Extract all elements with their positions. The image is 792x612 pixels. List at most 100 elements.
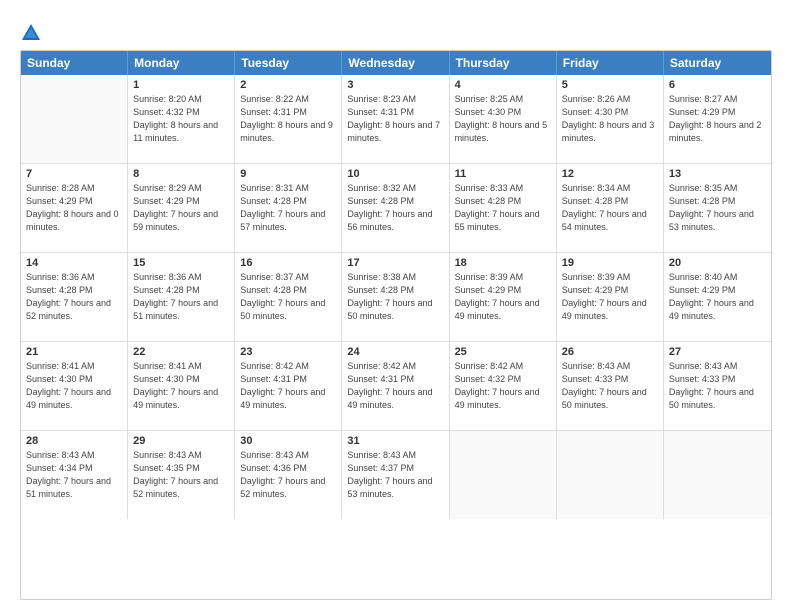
cell-info: Sunrise: 8:43 AMSunset: 4:35 PMDaylight:…	[133, 449, 229, 501]
logo	[20, 22, 45, 44]
day-number: 29	[133, 435, 229, 447]
day-number: 21	[26, 346, 122, 358]
calendar-week-2: 7Sunrise: 8:28 AMSunset: 4:29 PMDaylight…	[21, 164, 771, 253]
calendar-week-4: 21 Sunrise: 8:41 AMSunset: 4:30 PMDayligh…	[21, 342, 771, 431]
day-number: 16	[240, 257, 336, 269]
day-number: 8	[133, 168, 229, 180]
day-number: 1	[133, 79, 229, 91]
calendar-header-monday: Monday	[128, 51, 235, 75]
calendar-header-friday: Friday	[557, 51, 664, 75]
cell-info: Sunrise: 8:29 AMSunset: 4:29 PMDaylight:…	[133, 182, 229, 234]
day-number: 11	[455, 168, 551, 180]
calendar-cell: 8 Sunrise: 8:29 AMSunset: 4:29 PMDaylight…	[128, 164, 235, 252]
day-number: 15	[133, 257, 229, 269]
calendar-cell: 11 Sunrise: 8:33 AMSunset: 4:28 PMDayligh…	[450, 164, 557, 252]
cell-info: Sunrise: 8:42 AMSunset: 4:31 PMDaylight:…	[347, 360, 443, 412]
calendar-cell: 26 Sunrise: 8:43 AMSunset: 4:33 PMDayligh…	[557, 342, 664, 430]
cell-info: Sunrise: 8:23 AMSunset: 4:31 PMDaylight:…	[347, 93, 443, 145]
day-number: 12	[562, 168, 658, 180]
day-number: 28	[26, 435, 122, 447]
calendar-cell: 31 Sunrise: 8:43 AMSunset: 4:37 PMDayligh…	[342, 431, 449, 519]
calendar-cell	[664, 431, 771, 519]
cell-info: Sunrise: 8:43 AMSunset: 4:36 PMDaylight:…	[240, 449, 336, 501]
cell-info: Sunrise: 8:41 AMSunset: 4:30 PMDaylight:…	[26, 360, 122, 412]
calendar-cell: 1 Sunrise: 8:20 AMSunset: 4:32 PMDaylight…	[128, 75, 235, 163]
cell-info: Sunrise: 8:22 AMSunset: 4:31 PMDaylight:…	[240, 93, 336, 145]
calendar-cell	[21, 75, 128, 163]
calendar-header-wednesday: Wednesday	[342, 51, 449, 75]
day-number: 19	[562, 257, 658, 269]
day-number: 31	[347, 435, 443, 447]
logo-icon	[20, 22, 42, 44]
cell-info: Sunrise: 8:38 AMSunset: 4:28 PMDaylight:…	[347, 271, 443, 323]
day-number: 24	[347, 346, 443, 358]
cell-info: Sunrise: 8:36 AMSunset: 4:28 PMDaylight:…	[133, 271, 229, 323]
cell-info: Sunrise: 8:39 AMSunset: 4:29 PMDaylight:…	[455, 271, 551, 323]
day-number: 17	[347, 257, 443, 269]
cell-info: Sunrise: 8:27 AMSunset: 4:29 PMDaylight:…	[669, 93, 766, 145]
calendar-week-3: 14Sunrise: 8:36 AMSunset: 4:28 PMDayligh…	[21, 253, 771, 342]
calendar-cell: 25Sunrise: 8:42 AMSunset: 4:32 PMDayligh…	[450, 342, 557, 430]
cell-info: Sunrise: 8:43 AMSunset: 4:34 PMDaylight:…	[26, 449, 122, 501]
calendar-cell: 13Sunrise: 8:35 AMSunset: 4:28 PMDayligh…	[664, 164, 771, 252]
day-number: 22	[133, 346, 229, 358]
calendar-cell: 16 Sunrise: 8:37 AMSunset: 4:28 PMDayligh…	[235, 253, 342, 341]
calendar-cell: 30 Sunrise: 8:43 AMSunset: 4:36 PMDayligh…	[235, 431, 342, 519]
calendar-cell: 15 Sunrise: 8:36 AMSunset: 4:28 PMDayligh…	[128, 253, 235, 341]
calendar-header-sunday: Sunday	[21, 51, 128, 75]
day-number: 26	[562, 346, 658, 358]
calendar-cell: 19Sunrise: 8:39 AMSunset: 4:29 PMDayligh…	[557, 253, 664, 341]
cell-info: Sunrise: 8:28 AMSunset: 4:29 PMDaylight:…	[26, 182, 122, 234]
calendar-cell: 27Sunrise: 8:43 AMSunset: 4:33 PMDayligh…	[664, 342, 771, 430]
calendar: SundayMondayTuesdayWednesdayThursdayFrid…	[20, 50, 772, 600]
day-number: 6	[669, 79, 766, 91]
calendar-cell: 22 Sunrise: 8:41 AMSunset: 4:30 PMDayligh…	[128, 342, 235, 430]
calendar-cell: 2 Sunrise: 8:22 AMSunset: 4:31 PMDaylight…	[235, 75, 342, 163]
cell-info: Sunrise: 8:20 AMSunset: 4:32 PMDaylight:…	[133, 93, 229, 145]
cell-info: Sunrise: 8:35 AMSunset: 4:28 PMDaylight:…	[669, 182, 766, 234]
calendar-cell: 14Sunrise: 8:36 AMSunset: 4:28 PMDayligh…	[21, 253, 128, 341]
calendar-cell: 6 Sunrise: 8:27 AMSunset: 4:29 PMDaylight…	[664, 75, 771, 163]
calendar-cell	[450, 431, 557, 519]
day-number: 25	[455, 346, 551, 358]
calendar-body: 1 Sunrise: 8:20 AMSunset: 4:32 PMDaylight…	[21, 75, 771, 519]
page: SundayMondayTuesdayWednesdayThursdayFrid…	[0, 0, 792, 612]
calendar-cell: 10 Sunrise: 8:32 AMSunset: 4:28 PMDayligh…	[342, 164, 449, 252]
cell-info: Sunrise: 8:25 AMSunset: 4:30 PMDaylight:…	[455, 93, 551, 145]
cell-info: Sunrise: 8:43 AMSunset: 4:37 PMDaylight:…	[347, 449, 443, 501]
day-number: 27	[669, 346, 766, 358]
day-number: 20	[669, 257, 766, 269]
day-number: 30	[240, 435, 336, 447]
calendar-header: SundayMondayTuesdayWednesdayThursdayFrid…	[21, 51, 771, 75]
cell-info: Sunrise: 8:41 AMSunset: 4:30 PMDaylight:…	[133, 360, 229, 412]
calendar-cell: 4Sunrise: 8:25 AMSunset: 4:30 PMDaylight…	[450, 75, 557, 163]
calendar-cell: 29 Sunrise: 8:43 AMSunset: 4:35 PMDayligh…	[128, 431, 235, 519]
calendar-cell: 24 Sunrise: 8:42 AMSunset: 4:31 PMDayligh…	[342, 342, 449, 430]
cell-info: Sunrise: 8:26 AMSunset: 4:30 PMDaylight:…	[562, 93, 658, 145]
day-number: 10	[347, 168, 443, 180]
cell-info: Sunrise: 8:33 AMSunset: 4:28 PMDaylight:…	[455, 182, 551, 234]
cell-info: Sunrise: 8:34 AMSunset: 4:28 PMDaylight:…	[562, 182, 658, 234]
calendar-cell: 5Sunrise: 8:26 AMSunset: 4:30 PMDaylight…	[557, 75, 664, 163]
cell-info: Sunrise: 8:31 AMSunset: 4:28 PMDaylight:…	[240, 182, 336, 234]
calendar-week-5: 28 Sunrise: 8:43 AMSunset: 4:34 PMDayligh…	[21, 431, 771, 519]
calendar-cell: 7Sunrise: 8:28 AMSunset: 4:29 PMDaylight…	[21, 164, 128, 252]
day-number: 3	[347, 79, 443, 91]
calendar-cell: 17 Sunrise: 8:38 AMSunset: 4:28 PMDayligh…	[342, 253, 449, 341]
cell-info: Sunrise: 8:43 AMSunset: 4:33 PMDaylight:…	[562, 360, 658, 412]
calendar-cell: 23Sunrise: 8:42 AMSunset: 4:31 PMDayligh…	[235, 342, 342, 430]
cell-info: Sunrise: 8:42 AMSunset: 4:31 PMDaylight:…	[240, 360, 336, 412]
cell-info: Sunrise: 8:37 AMSunset: 4:28 PMDaylight:…	[240, 271, 336, 323]
calendar-cell	[557, 431, 664, 519]
cell-info: Sunrise: 8:40 AMSunset: 4:29 PMDaylight:…	[669, 271, 766, 323]
day-number: 2	[240, 79, 336, 91]
calendar-cell: 28 Sunrise: 8:43 AMSunset: 4:34 PMDayligh…	[21, 431, 128, 519]
calendar-cell: 3 Sunrise: 8:23 AMSunset: 4:31 PMDaylight…	[342, 75, 449, 163]
cell-info: Sunrise: 8:36 AMSunset: 4:28 PMDaylight:…	[26, 271, 122, 323]
calendar-cell: 21 Sunrise: 8:41 AMSunset: 4:30 PMDayligh…	[21, 342, 128, 430]
calendar-header-thursday: Thursday	[450, 51, 557, 75]
cell-info: Sunrise: 8:32 AMSunset: 4:28 PMDaylight:…	[347, 182, 443, 234]
calendar-cell: 20 Sunrise: 8:40 AMSunset: 4:29 PMDayligh…	[664, 253, 771, 341]
calendar-cell: 12 Sunrise: 8:34 AMSunset: 4:28 PMDayligh…	[557, 164, 664, 252]
calendar-cell: 9Sunrise: 8:31 AMSunset: 4:28 PMDaylight…	[235, 164, 342, 252]
